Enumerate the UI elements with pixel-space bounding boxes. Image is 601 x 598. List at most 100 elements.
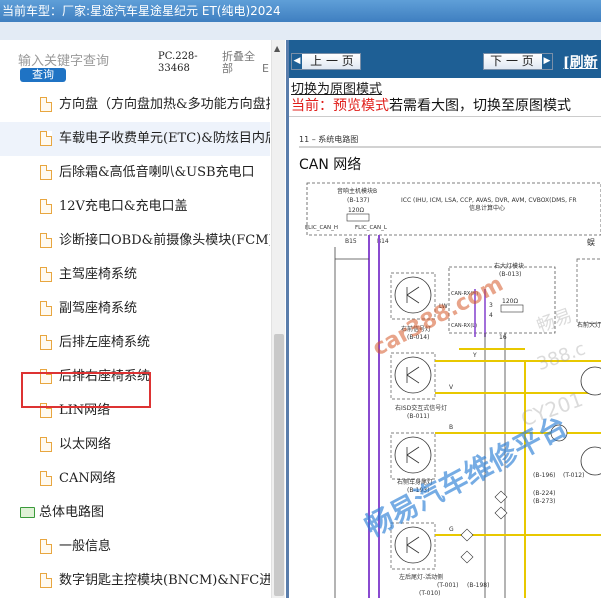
prev-page-button[interactable]: ◀ 上 一 页 — [291, 53, 361, 70]
pin-b15: B15 — [345, 238, 357, 245]
document-icon — [40, 165, 52, 180]
tree-item-label: 一般信息 — [59, 539, 112, 554]
conn-b224: (B-224) — [533, 490, 555, 497]
right-signal-lamp-symbol — [394, 276, 432, 314]
tree-item-label: 12V充电口&充电口盖 — [59, 199, 188, 214]
far-right-lamp-symbol — [580, 366, 601, 396]
document-icon — [40, 573, 52, 588]
tree-item-label: 副驾座椅系统 — [59, 301, 138, 316]
tree-item-label: 车载电子收费单元(ETC)&防炫目内后 — [59, 131, 270, 146]
next-page-label: 下 一 页 — [490, 54, 534, 68]
right-isd-lamp-connector: (B-011) — [407, 413, 429, 420]
tree-item-label: 主驾座椅系统 — [59, 267, 138, 282]
can-l-label: FLIC_CAN_L — [355, 225, 388, 231]
wire-tag-g: G — [449, 526, 454, 533]
wire-tag-y: Y — [472, 352, 477, 359]
pin-16: 16 — [499, 334, 507, 341]
conn-t001: (T-001) — [437, 582, 458, 589]
can-rx-l-label: CAN-RX(L) — [451, 323, 477, 329]
pin-4: 4 — [489, 312, 493, 319]
document-icon — [40, 539, 52, 554]
next-page-button[interactable]: 下 一 页 ▶ — [483, 53, 553, 70]
preview-mode-notice: 当前：预览模式若需看大图，切换至原图模式 — [291, 95, 571, 115]
right-isd-lamp-label: 右ISD交互式信号灯 — [395, 404, 447, 412]
tree-item[interactable]: 数字钥匙主控模块(BNCM)&NFC进入 — [0, 564, 270, 598]
tree-folder-overall-circuit[interactable]: 总体电路图 — [0, 496, 270, 530]
tree-item[interactable]: 车载电子收费单元(ETC)&防炫目内后 — [0, 122, 270, 156]
tree-item-label: 方向盘（方向盘加热&多功能方向盘按 — [59, 97, 270, 112]
connector-diamond-3 — [460, 528, 474, 542]
tree-item[interactable]: 方向盘（方向盘加热&多功能方向盘按 — [0, 88, 270, 122]
truncated-control[interactable]: E — [262, 62, 269, 75]
wire-tag-v: V — [449, 384, 454, 391]
can-h-label: FLIC_CAN_H — [305, 225, 338, 231]
tree-scrollbar[interactable]: ▲ — [271, 40, 285, 598]
wiring-diagram: 11 – 系统电路图 CAN 网络 音响主机模块B (B-137) ICC (I… — [299, 134, 601, 598]
catalog-tree: 方向盘（方向盘加热&多功能方向盘按 车载电子收费单元(ETC)&防炫目内后 后除… — [0, 88, 270, 598]
scrollbar-thumb[interactable] — [274, 334, 284, 596]
far-right-lamp-symbol-2 — [580, 446, 601, 476]
conn-b198: (B-198) — [467, 582, 489, 589]
document-icon — [40, 335, 52, 350]
collapse-all-button[interactable]: 折叠全部 — [222, 51, 256, 75]
tree-item-label: 后排左座椅系统 — [59, 335, 151, 350]
far-right-module-label: 右前大灯 — [577, 321, 601, 329]
conn-b196: (B-196) — [533, 472, 555, 479]
query-button[interactable]: 查询 — [20, 68, 66, 82]
arrow-right-icon: ▶ — [542, 54, 552, 69]
preview-mode-prefix: 当前：预览模式 — [291, 98, 389, 114]
right-lamp-label: 右大灯模块 — [494, 262, 524, 270]
page-nav-bar: ◀ 上 一 页 下 一 页 ▶ [刷新 — [289, 40, 601, 78]
right-lamp-connector: (B-013) — [499, 271, 521, 278]
tree-item[interactable]: 一般信息 — [0, 530, 270, 564]
diagram-section-label: 11 – 系统电路图 — [299, 134, 358, 144]
connector-diamond-4 — [460, 550, 474, 564]
pc-code: PC.228-33468 — [158, 51, 198, 74]
document-icon — [40, 233, 52, 248]
far-right-module — [576, 258, 601, 324]
scroll-up-arrow-icon[interactable]: ▲ — [274, 44, 280, 53]
left-rear-lamp-label: 左后尾灯-活动侧 — [399, 573, 443, 581]
tree-item-can-network[interactable]: CAN网络 — [0, 462, 270, 496]
tree-item[interactable]: 以太网络 — [0, 428, 270, 462]
current-model-label: 当前车型： — [2, 4, 63, 18]
toolbar-strip — [0, 22, 601, 40]
right-lamp-resistor — [500, 304, 524, 313]
wiring-diagram-panel[interactable]: 11 – 系统电路图 CAN 网络 音响主机模块B (B-137) ICC (I… — [289, 116, 601, 598]
tree-item[interactable]: 后排左座椅系统 — [0, 326, 270, 360]
document-icon — [40, 97, 52, 112]
document-icon — [40, 301, 52, 316]
tree-item[interactable]: 后除霜&高低音喇叭&USB充电口 — [0, 156, 270, 190]
document-icon — [40, 267, 52, 282]
window-title-bar: 当前车型：厂家:星途汽车星途星纪元 ET(纯电)2024 — [0, 0, 601, 22]
right-isd-lamp-symbol — [394, 356, 432, 394]
resistor-label: 120Ω — [348, 207, 364, 214]
conn-t012: (T-012) — [563, 472, 584, 479]
folder-open-icon — [20, 507, 35, 518]
host-module-label: 音响主机模块B — [337, 187, 377, 195]
prev-page-label: 上 一 页 — [310, 54, 354, 68]
right-rear-lamp-symbol — [394, 436, 432, 474]
tree-item-label: 诊断接口OBD&前摄像头模块(FCM) — [59, 233, 270, 248]
bus-modules-label: ICC (IHU, ICM, LSA, CCP, AVAS, DVR, AVM,… — [401, 197, 577, 204]
tree-item[interactable]: 诊断接口OBD&前摄像头模块(FCM) — [0, 224, 270, 258]
tree-item[interactable]: 副驾座椅系统 — [0, 292, 270, 326]
tree-item-label: 后除霜&高低音喇叭&USB充电口 — [59, 165, 255, 180]
refresh-link[interactable]: [刷新 — [563, 52, 598, 72]
bus-modules-label-2: 信息计算中心 — [469, 204, 505, 212]
watermark-faint-2: 388.c — [534, 338, 588, 375]
conn-t010: (T-010) — [419, 590, 440, 597]
tree-item-label: 总体电路图 — [39, 505, 105, 520]
tree-item[interactable]: 12V充电口&充电口盖 — [0, 190, 270, 224]
host-connector-label: (B-137) — [347, 197, 369, 204]
wire-tag-b: B — [449, 424, 453, 431]
termination-resistor — [346, 213, 370, 222]
selection-highlight-box — [21, 372, 151, 408]
diagram-title: CAN 网络 — [299, 157, 361, 173]
tree-item[interactable]: 主驾座椅系统 — [0, 258, 270, 292]
current-model-value: 厂家:星途汽车星途星纪元 ET(纯电)2024 — [62, 4, 281, 18]
watermark-site: car388.com — [369, 272, 508, 362]
tree-item-label: 以太网络 — [59, 437, 112, 452]
document-icon — [40, 131, 52, 146]
preview-mode-suffix: 若需看大图，切换至原图模式 — [389, 98, 571, 114]
